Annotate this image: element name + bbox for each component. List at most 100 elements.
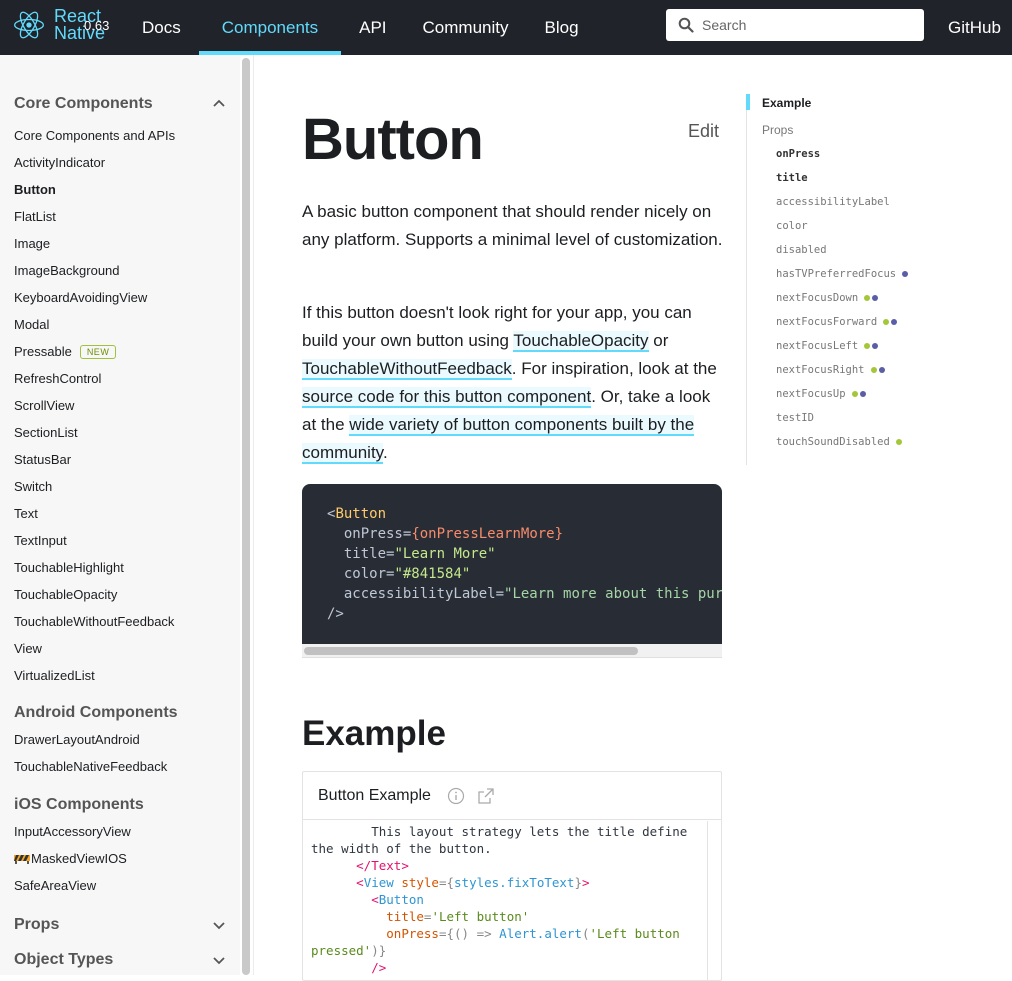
sidebar-item-label: RefreshControl	[14, 371, 102, 386]
code-token: Button	[378, 892, 424, 907]
search-box[interactable]	[666, 9, 924, 41]
toc-prop-nextfocusright[interactable]: nextFocusRight	[776, 364, 885, 376]
toc-prop-label: accessibilityLabel	[776, 196, 890, 208]
link-community-buttons[interactable]: wide variety of button components built …	[302, 415, 695, 464]
sidebar-item-pressable[interactable]: Pressable NEW	[14, 344, 117, 359]
nav-components[interactable]: Components	[198, 0, 342, 55]
sidebar-item-label: TouchableHighlight	[14, 560, 124, 575]
sidebar-item-core-components-and-apis[interactable]: Core Components and APIs	[14, 128, 175, 143]
sidebar-item-touchablenativefeedback[interactable]: TouchableNativeFeedback	[14, 759, 167, 774]
sidebar-item-button[interactable]: Button	[14, 182, 56, 197]
sidebar-item-label: TextInput	[14, 533, 67, 548]
toc-prop-nextfocusleft[interactable]: nextFocusLeft	[776, 340, 879, 352]
toc-prop-onpress[interactable]: onPress	[776, 148, 820, 160]
section-title: iOS Components	[14, 796, 144, 813]
sidebar-item-touchablehighlight[interactable]: TouchableHighlight	[14, 560, 124, 575]
nav-blog[interactable]: Blog	[527, 0, 597, 55]
sidebar-item-keyboardavoidingview[interactable]: KeyboardAvoidingView	[14, 290, 147, 305]
toc-prop-touchsounddisabled[interactable]: touchSoundDisabled	[776, 436, 902, 448]
nav-community[interactable]: Community	[405, 0, 527, 55]
code-token: "Learn more about this purple button"	[504, 586, 722, 602]
code-line: This layout strategy lets the title defi…	[311, 824, 688, 839]
sidebar-item-textinput[interactable]: TextInput	[14, 533, 67, 548]
tv-platform-dot-icon	[891, 319, 898, 325]
section-title: Object Types	[14, 951, 114, 968]
info-icon[interactable]	[447, 787, 465, 805]
toc-example[interactable]: Example	[762, 96, 811, 110]
sidebar-item-safeareaview[interactable]: SafeAreaView	[14, 878, 96, 893]
sidebar-item-label: StatusBar	[14, 452, 72, 467]
sidebar-item-touchablewithoutfeedback[interactable]: TouchableWithoutFeedback	[14, 614, 174, 629]
chevron-down-icon	[213, 922, 225, 930]
sidebar-section-props[interactable]: Props	[14, 916, 226, 934]
toc-prop-nextfocusup[interactable]: nextFocusUp	[776, 388, 866, 400]
sidebar-item-inputaccessoryview[interactable]: InputAccessoryView	[14, 824, 131, 839]
sidebar-scrollbar[interactable]	[242, 58, 250, 975]
sidebar-item-label: TouchableOpacity	[14, 587, 118, 602]
link-touchableopacity[interactable]: TouchableOpacity	[513, 331, 649, 352]
toc-prop-nextfocusdown[interactable]: nextFocusDown	[776, 292, 879, 304]
sidebar-item-image[interactable]: Image	[14, 236, 50, 251]
android-platform-dot-icon	[895, 439, 902, 445]
sidebar-item-activityindicator[interactable]: ActivityIndicator	[14, 155, 105, 170]
sidebar-item-touchableopacity[interactable]: TouchableOpacity	[14, 587, 117, 602]
edit-link[interactable]: Edit	[688, 121, 719, 142]
chevron-down-icon	[213, 957, 225, 965]
sidebar-item-text[interactable]: Text	[14, 506, 38, 521]
sidebar-item-virtualizedlist[interactable]: VirtualizedList	[14, 668, 95, 683]
sidebar-item-refreshcontrol[interactable]: RefreshControl	[14, 371, 101, 386]
toc-prop-nextfocusforward[interactable]: nextFocusForward	[776, 316, 898, 328]
code-token: Button	[335, 506, 387, 522]
snack-divider	[707, 821, 708, 980]
sidebar-section-android[interactable]: Android Components	[14, 704, 226, 722]
nav-api[interactable]: API	[341, 0, 404, 55]
sidebar-item-label: Text	[14, 506, 38, 521]
sidebar-item-switch[interactable]: Switch	[14, 479, 52, 494]
code-token: Alert.alert	[499, 926, 582, 941]
toc-prop-color[interactable]: color	[776, 220, 808, 232]
toc-prop-label: disabled	[776, 244, 827, 256]
code-token: onPress	[386, 926, 439, 941]
sidebar-item-drawerlayoutandroid[interactable]: DrawerLayoutAndroid	[14, 732, 140, 747]
sidebar-section-core[interactable]: Core Components	[14, 95, 226, 113]
nav-docs[interactable]: Docs	[124, 0, 199, 55]
sidebar-item-modal[interactable]: Modal	[14, 317, 49, 332]
sidebar-section-ios[interactable]: iOS Components	[14, 796, 226, 814]
link-touchablewithoutfeedback[interactable]: TouchableWithoutFeedback	[302, 359, 512, 380]
sidebar-item-scrollview[interactable]: ScrollView	[14, 398, 74, 413]
sidebar-item-label: MaskedViewIOS	[31, 851, 127, 866]
construction-icon	[14, 854, 30, 864]
open-external-icon[interactable]	[477, 787, 495, 805]
sidebar-item-label: SectionList	[14, 425, 78, 440]
toc-prop-disabled[interactable]: disabled	[776, 244, 827, 256]
code-token: title	[343, 546, 387, 562]
sidebar-item-statusbar[interactable]: StatusBar	[14, 452, 71, 467]
toc-prop-title[interactable]: title	[776, 172, 808, 184]
code-token: {onPressLearnMore}	[411, 526, 564, 542]
code-scrollbar-thumb[interactable]	[304, 647, 638, 655]
sidebar-item-flatlist[interactable]: FlatList	[14, 209, 56, 224]
tv-platform-dot-icon	[859, 391, 866, 397]
sidebar-item-label: ScrollView	[14, 398, 75, 413]
github-link[interactable]: GitHub	[948, 0, 1001, 55]
toc-prop-accessibilitylabel[interactable]: accessibilityLabel	[776, 196, 890, 208]
sidebar-item-label: Button	[14, 182, 56, 197]
link-source-code[interactable]: source code for this button component	[302, 387, 592, 408]
code-token: "#841584"	[394, 566, 471, 582]
version-label[interactable]: 0.63	[84, 18, 109, 33]
sidebar-item-maskedviewios[interactable]: MaskedViewIOS	[14, 851, 127, 866]
sidebar-item-imagebackground[interactable]: ImageBackground	[14, 263, 120, 278]
sidebar-item-sectionlist[interactable]: SectionList	[14, 425, 78, 440]
toc-props[interactable]: Props	[762, 123, 793, 137]
section-title: Android Components	[14, 704, 178, 721]
sidebar-section-object-types[interactable]: Object Types	[14, 951, 226, 969]
snack-title: Button Example	[318, 786, 431, 804]
snack-code: This layout strategy lets the title defi…	[311, 824, 688, 975]
sidebar-divider	[253, 55, 254, 975]
sidebar-item-label: Pressable	[14, 344, 72, 359]
toc-prop-testid[interactable]: testID	[776, 412, 814, 424]
sidebar-item-view[interactable]: View	[14, 641, 42, 656]
toc-prop-hastvpreferredfocus[interactable]: hasTVPreferredFocus	[776, 268, 909, 280]
toc-prop-label: nextFocusDown	[776, 292, 859, 304]
search-input[interactable]	[702, 17, 902, 33]
